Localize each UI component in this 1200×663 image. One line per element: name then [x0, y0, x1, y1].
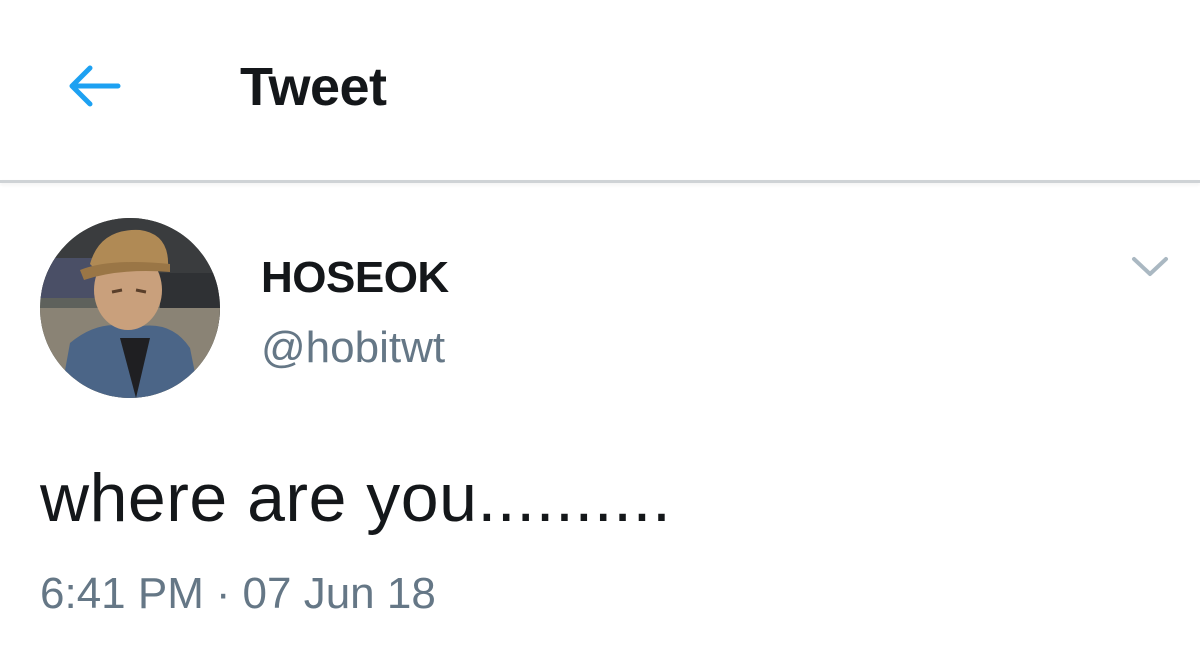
- tweet-time: 6:41 PM: [40, 569, 204, 618]
- top-bar: Tweet: [0, 0, 1200, 180]
- header-divider: [0, 180, 1200, 183]
- arrow-left-icon: [64, 64, 124, 113]
- avatar[interactable]: [40, 218, 220, 398]
- page-title: Tweet: [240, 57, 387, 117]
- profile-photo: [40, 218, 220, 398]
- tweet-text: where are you..........: [40, 460, 672, 536]
- author-display-name[interactable]: HOSEOK: [261, 250, 449, 306]
- tweet-timestamp: 6:41 PM · 07 Jun 18: [40, 566, 436, 622]
- back-button[interactable]: [56, 58, 132, 118]
- meta-separator: ·: [215, 569, 231, 618]
- tweet-date: 07 Jun 18: [242, 569, 436, 618]
- author-handle[interactable]: @hobitwt: [261, 320, 445, 376]
- chevron-down-icon: [1130, 255, 1170, 284]
- tweet-options-button[interactable]: [1120, 246, 1180, 292]
